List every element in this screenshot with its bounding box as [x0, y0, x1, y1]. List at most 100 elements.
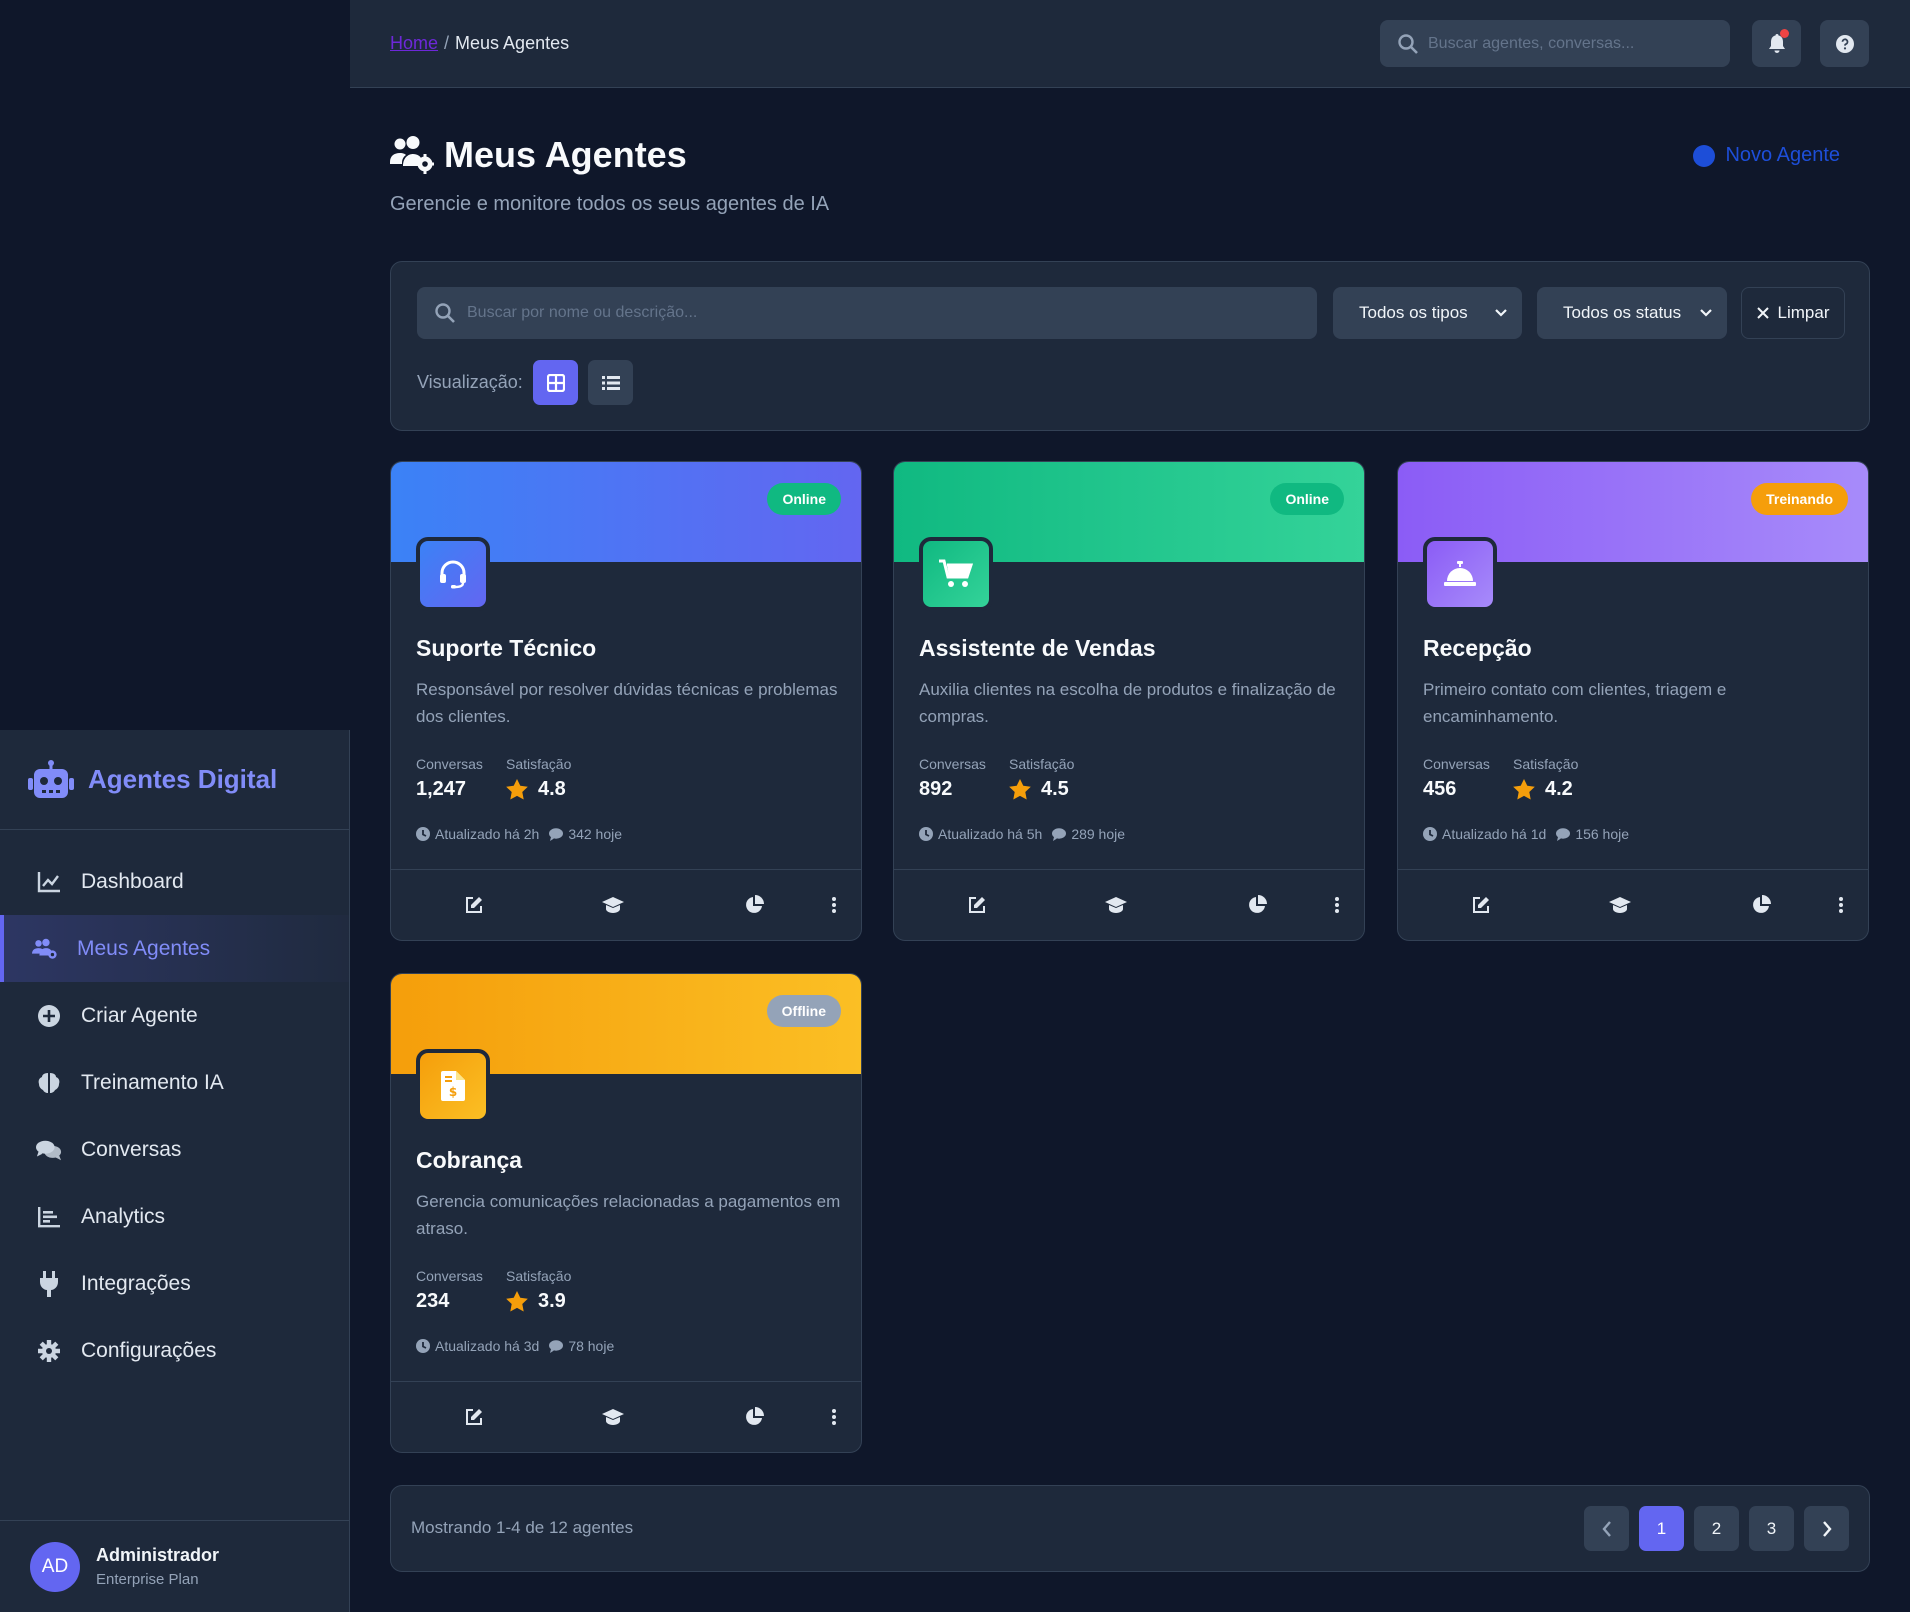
more-options-button[interactable]: [1828, 892, 1854, 918]
today-count: 78 hoje: [568, 1338, 615, 1354]
conversations-label: Conversas: [919, 756, 986, 772]
status-badge: Treinando: [1751, 483, 1848, 515]
page-button-2[interactable]: 2: [1694, 1506, 1739, 1551]
list-icon: [601, 375, 620, 390]
headset-icon: [440, 560, 466, 589]
more-options-button[interactable]: [1324, 892, 1350, 918]
pie-chart-icon: [746, 895, 764, 913]
pagination-summary: Mostrando 1-4 de 12 agentes: [411, 1518, 634, 1537]
satisfaction-label: Satisfação: [1513, 756, 1579, 772]
analytics-button[interactable]: [1244, 892, 1270, 918]
sidebar-item-criar-agente[interactable]: Criar Agente: [0, 982, 349, 1049]
next-page-button[interactable]: [1804, 1506, 1849, 1551]
help-button[interactable]: [1820, 20, 1869, 67]
analytics-button[interactable]: [741, 892, 767, 918]
agent-description: Primeiro contato com clientes, triagem e…: [1423, 680, 1727, 726]
more-vertical-icon: [832, 897, 836, 913]
sidebar-item-integracoes[interactable]: Integrações: [0, 1250, 349, 1317]
agent-meta: Atualizado há 1d 156 hoje: [1423, 826, 1629, 842]
agent-search[interactable]: [417, 287, 1317, 339]
agent-card[interactable]: Online Assistente de Vendas Auxilia clie…: [893, 461, 1365, 941]
graduation-cap-icon: [602, 897, 624, 913]
agent-meta: Atualizado há 5h 289 hoje: [919, 826, 1125, 842]
pie-chart-icon: [746, 1407, 764, 1425]
train-button[interactable]: [600, 1404, 626, 1430]
plus-circle-icon: [1693, 144, 1716, 167]
notifications-button[interactable]: [1752, 20, 1801, 67]
user-profile[interactable]: AD Administrador Enterprise Plan: [0, 1520, 349, 1612]
type-select-value: Todos os tipos: [1359, 303, 1468, 322]
page-subtitle: Gerencie e monitore todos os seus agente…: [390, 193, 830, 215]
more-options-button[interactable]: [821, 892, 847, 918]
pie-chart-icon: [1249, 895, 1267, 913]
analytics-button[interactable]: [1748, 892, 1774, 918]
edit-button[interactable]: [1468, 892, 1494, 918]
agent-card[interactable]: Treinando Recepção Primeiro contato com …: [1397, 461, 1869, 941]
edit-button[interactable]: [461, 1404, 487, 1430]
new-agent-label: Novo Agente: [1725, 144, 1840, 166]
sidebar-item-dashboard[interactable]: Dashboard: [0, 848, 349, 915]
user-plan: Enterprise Plan: [96, 1571, 199, 1588]
edit-button[interactable]: [461, 892, 487, 918]
brain-icon: [36, 1070, 62, 1096]
status-select-value: Todos os status: [1563, 303, 1682, 322]
chart-line-icon: [36, 869, 62, 895]
train-button[interactable]: [600, 892, 626, 918]
sidebar-item-meus-agentes[interactable]: Meus Agentes: [0, 915, 349, 982]
global-search[interactable]: [1380, 20, 1730, 67]
page-button-3[interactable]: 3: [1749, 1506, 1794, 1551]
train-button[interactable]: [1607, 892, 1633, 918]
pagination: Mostrando 1-4 de 12 agentes 1 2 3: [390, 1485, 1870, 1572]
conversations-value: 892: [919, 778, 953, 800]
new-agent-button[interactable]: Novo Agente: [1693, 144, 1840, 167]
sidebar-item-label: Conversas: [81, 1137, 182, 1161]
chevron-down-icon: [1700, 309, 1712, 317]
sidebar-item-label: Treinamento IA: [81, 1070, 224, 1094]
clock-icon: [1423, 827, 1437, 841]
train-button[interactable]: [1103, 892, 1129, 918]
more-options-button[interactable]: [821, 1404, 847, 1430]
comment-icon: [549, 1339, 564, 1353]
global-search-input[interactable]: [1428, 34, 1718, 53]
status-select[interactable]: Todos os status: [1537, 287, 1727, 339]
graduation-cap-icon: [1105, 897, 1127, 913]
sidebar-item-configuracoes[interactable]: Configurações: [0, 1317, 349, 1384]
brand[interactable]: Agentes Digital: [0, 730, 349, 830]
agent-card[interactable]: Online Suporte Técnico Responsável por r…: [390, 461, 862, 941]
agent-name: Recepção: [1423, 635, 1532, 661]
page-button-1[interactable]: 1: [1639, 1506, 1684, 1551]
prev-page-button[interactable]: [1584, 1506, 1629, 1551]
sidebar-item-conversas[interactable]: Conversas: [0, 1116, 349, 1183]
clock-icon: [416, 1339, 430, 1353]
agent-meta: Atualizado há 3d 78 hoje: [416, 1338, 614, 1354]
agent-name: Suporte Técnico: [416, 635, 597, 661]
sidebar-item-treinamento-ia[interactable]: Treinamento IA: [0, 1049, 349, 1116]
edit-icon: [466, 1409, 482, 1425]
breadcrumb-home-link[interactable]: Home: [390, 33, 438, 53]
satisfaction-value: 4.2: [1513, 778, 1573, 801]
agent-avatar: [416, 537, 490, 611]
agent-search-input[interactable]: [467, 304, 1287, 322]
updated-text: Atualizado há 3d: [435, 1338, 540, 1354]
svg-text:$: $: [449, 1085, 457, 1099]
clock-icon: [919, 827, 933, 841]
sidebar-item-analytics[interactable]: Analytics: [0, 1183, 349, 1250]
analytics-button[interactable]: [741, 1404, 767, 1430]
agent-card[interactable]: Offline $ Cobrança Gerencia comunicações…: [390, 973, 862, 1453]
agent-name: Cobrança: [416, 1147, 523, 1173]
list-view-button[interactable]: [588, 360, 633, 405]
grid-view-button[interactable]: [533, 360, 578, 405]
rating-value: 3.9: [538, 1290, 566, 1312]
today-count: 342 hoje: [568, 826, 623, 842]
satisfaction-label: Satisfação: [506, 756, 572, 772]
users-gear-icon: [390, 136, 434, 174]
edit-button[interactable]: [964, 892, 990, 918]
star-icon: [1513, 779, 1535, 800]
view-mode-label: Visualização:: [417, 372, 523, 392]
plug-icon: [36, 1270, 62, 1297]
search-icon: [435, 303, 455, 323]
clear-filters-button[interactable]: Limpar: [1741, 287, 1845, 339]
type-select[interactable]: Todos os tipos: [1333, 287, 1522, 339]
status-badge: Online: [1270, 483, 1344, 515]
breadcrumb: Home / Meus Agentes: [390, 33, 569, 54]
